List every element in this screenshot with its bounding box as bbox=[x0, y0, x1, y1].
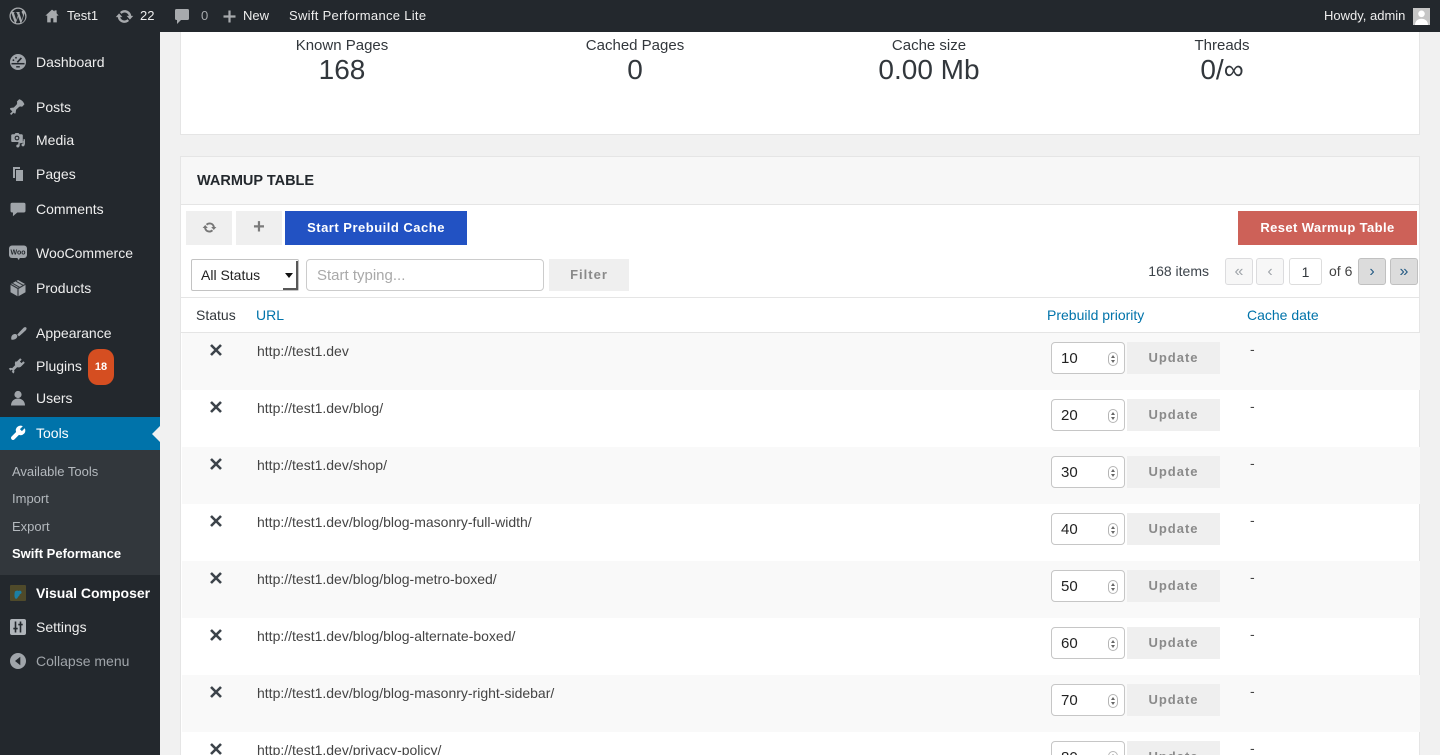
svg-text:Woo: Woo bbox=[10, 249, 25, 256]
